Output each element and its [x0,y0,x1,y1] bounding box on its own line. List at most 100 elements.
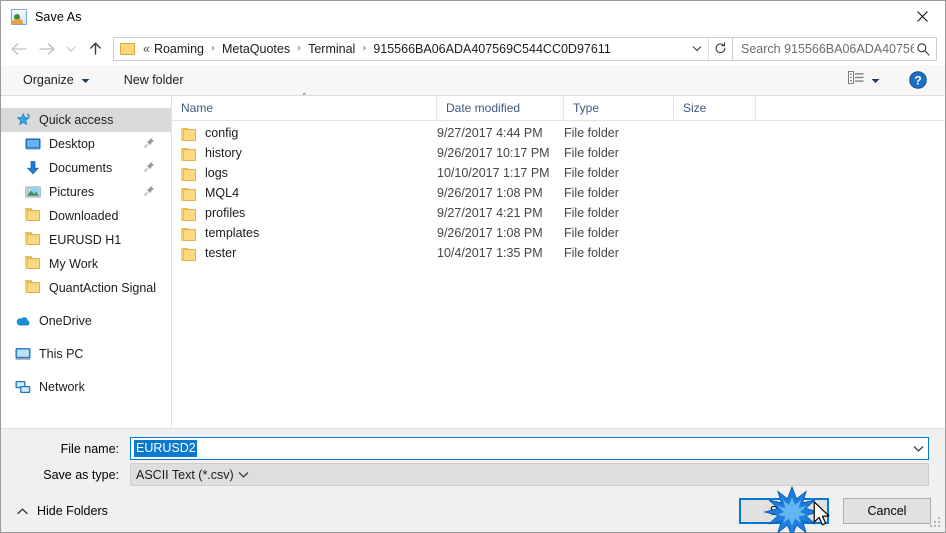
folder-icon [181,207,197,221]
list-view-icon [848,71,864,89]
file-name-input[interactable]: EURUSD2 [130,437,929,460]
chevron-down-icon[interactable] [234,464,254,485]
new-folder-button[interactable]: New folder [118,70,190,90]
svg-text:?: ? [914,73,921,87]
resize-grip[interactable] [930,517,942,529]
sort-ascending-indicator: ˄ [302,93,307,103]
chevron-down-icon[interactable] [686,38,708,60]
file-type-cell: File folder [564,206,619,220]
table-row[interactable]: tester 10/4/2017 1:35 PM File folder [172,243,945,263]
documents-icon [25,160,41,176]
back-arrow-icon[interactable] [5,36,33,62]
command-toolbar: Organize New folder ? [1,65,945,96]
address-bar[interactable]: « Roaming › MetaQuotes › Terminal › 9155… [113,36,733,61]
sidebar-item-documents[interactable]: Documents [1,156,171,180]
chevron-up-icon [17,504,28,518]
search-input[interactable] [741,41,914,56]
table-row[interactable]: templates 9/26/2017 1:08 PM File folder [172,223,945,243]
file-name-cell: templates [172,226,437,241]
file-name-cell: config [172,126,437,141]
file-date-cell: 9/26/2017 1:08 PM [437,186,543,200]
save-as-dialog: Save As « Roaming › MetaQuotes › Termina… [0,0,946,533]
sidebar-item-quantaction-signal[interactable]: QuantAction Signal [1,276,171,300]
pin-icon[interactable] [144,137,155,151]
folder-icon [181,227,197,241]
hide-folders-button[interactable]: Hide Folders [15,500,110,522]
column-header-type[interactable]: Type [564,96,674,120]
breadcrumb-item-terminal[interactable]: Terminal [305,40,358,58]
folder-icon [25,280,41,296]
table-row[interactable]: config 9/27/2017 4:44 PM File folder [172,123,945,143]
file-name-cell: logs [172,166,437,181]
chevron-down-icon[interactable] [908,438,928,459]
up-arrow-icon[interactable] [81,36,109,62]
file-name-cell: MQL4 [172,186,437,201]
breadcrumb-overflow[interactable]: « [140,40,151,58]
dialog-body: Quick access Desktop Documents Pictures … [1,93,945,429]
dialog-footer: Hide Folders Save Cancel [1,489,945,532]
save-as-type-row: Save as type: ASCII Text (*.csv) [17,463,929,486]
table-row[interactable]: profiles 9/27/2017 4:21 PM File folder [172,203,945,223]
sidebar-item-onedrive[interactable]: OneDrive [1,309,171,333]
change-view-button[interactable] [843,68,885,92]
breadcrumb-separator[interactable]: › [358,43,370,54]
file-type-cell: File folder [564,126,619,140]
breadcrumb-separator[interactable]: › [293,43,305,54]
column-header-size[interactable]: Size [674,96,756,120]
file-name-label: logs [205,166,228,180]
file-date-cell: 9/27/2017 4:44 PM [437,126,543,140]
chevron-down-icon [81,73,90,87]
pictures-icon [25,184,41,200]
breadcrumb-item-roaming[interactable]: Roaming [151,40,207,58]
sidebar-item-pictures[interactable]: Pictures [1,180,171,204]
new-folder-label: New folder [123,73,184,87]
file-date-cell: 9/27/2017 4:21 PM [437,206,543,220]
sidebar-item-label: Pictures [49,185,95,199]
sidebar-item-quick-access[interactable]: Quick access [1,108,171,132]
save-as-type-select[interactable]: ASCII Text (*.csv) [130,463,929,486]
sidebar-item-downloaded[interactable]: Downloaded [1,204,171,228]
organize-button[interactable]: Organize [17,70,96,90]
sidebar-item-label: EURUSD H1 [49,233,122,247]
sidebar-item-eurusd-h1[interactable]: EURUSD H1 [1,228,171,252]
breadcrumb-item-instance[interactable]: 915566BA06ADA407569C544CC0D97611 [370,40,613,58]
sidebar-item-label: Desktop [49,137,95,151]
column-headers: ˄ Name Date modified Type Size [172,93,945,121]
file-name-label: File name: [60,441,119,456]
sidebar-item-label: My Work [49,257,99,271]
sidebar-item-my-work[interactable]: My Work [1,252,171,276]
sidebar-item-this-pc[interactable]: This PC [1,342,171,366]
table-row[interactable]: MQL4 9/26/2017 1:08 PM File folder [172,183,945,203]
file-name-label: tester [205,246,237,260]
column-header-filler [756,96,945,120]
help-icon[interactable]: ? [909,71,927,89]
refresh-icon[interactable] [708,37,732,60]
save-as-type-label: Save as type: [43,467,119,482]
breadcrumb-item-metaquotes[interactable]: MetaQuotes [219,40,293,58]
cancel-button[interactable]: Cancel [843,497,931,524]
sidebar-item-label: OneDrive [39,314,92,328]
close-icon[interactable] [899,1,945,32]
sidebar-item-desktop[interactable]: Desktop [1,132,171,156]
table-row[interactable]: logs 10/10/2017 1:17 PM File folder [172,163,945,183]
recent-locations-chevron-icon[interactable] [61,36,81,62]
file-type-cell: File folder [564,246,619,260]
table-row[interactable]: history 9/26/2017 10:17 PM File folder [172,143,945,163]
onedrive-icon [15,313,31,329]
folder-icon [181,147,197,161]
file-list-pane: ˄ Name Date modified Type Size config 9/… [172,93,945,428]
column-header-date-modified[interactable]: Date modified [437,96,564,120]
breadcrumb-separator[interactable]: › [207,43,219,54]
file-type-cell: File folder [564,166,619,180]
sidebar-item-label: Documents [49,161,113,175]
search-icon[interactable] [914,42,932,56]
folder-icon [181,127,197,141]
search-box[interactable] [733,36,937,61]
star-pin-icon [15,112,31,128]
pin-icon[interactable] [144,161,155,175]
file-name-label: history [205,146,242,160]
sidebar-item-network[interactable]: Network [1,375,171,399]
pin-icon[interactable] [144,185,155,199]
save-button[interactable]: Save [739,497,829,524]
forward-arrow-icon[interactable] [33,36,61,62]
